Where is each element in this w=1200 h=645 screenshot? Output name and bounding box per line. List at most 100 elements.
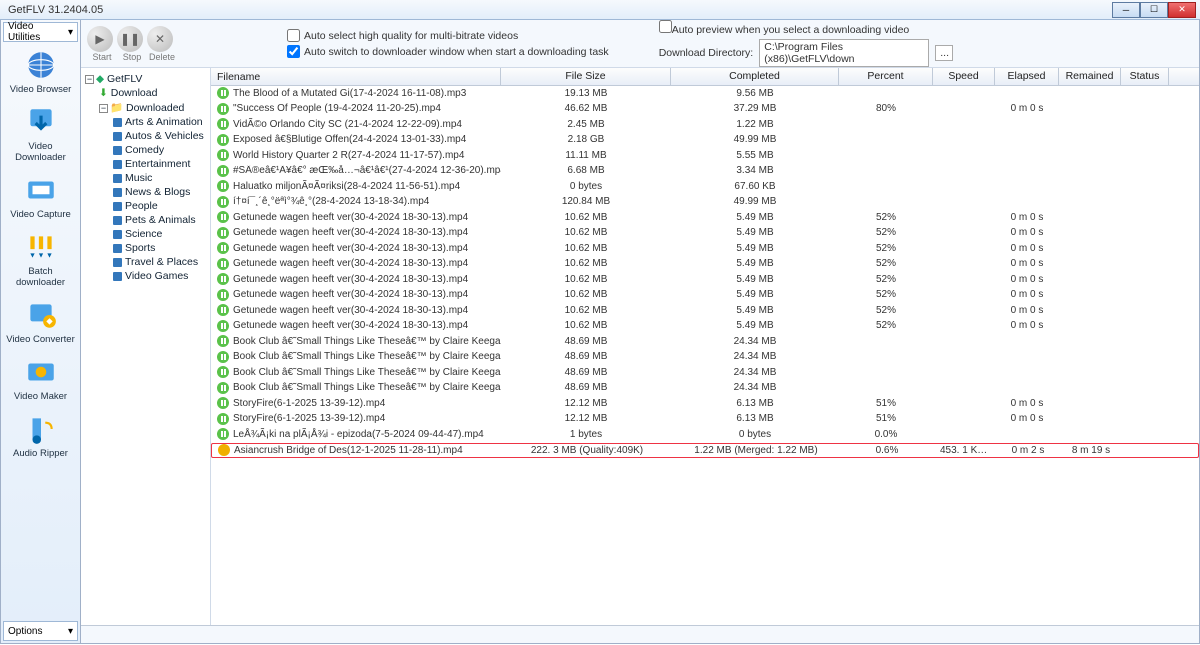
row-filename: Getunede wagen heeft ver(30-4-2024 18-30… <box>233 320 468 331</box>
col-percent[interactable]: Percent <box>839 68 933 85</box>
row-filesize: 46.62 MB <box>501 103 671 114</box>
tree-category[interactable]: Autos & Vehicles <box>83 129 208 143</box>
batch-icon <box>24 230 58 264</box>
sidebar-item-down[interactable]: Video Downloader <box>5 105 77 163</box>
row-percent: 0.6% <box>840 445 934 456</box>
row-filename: Getunede wagen heeft ver(30-4-2024 18-30… <box>233 274 468 285</box>
col-speed[interactable]: Speed <box>933 68 995 85</box>
pause-icon <box>217 134 229 146</box>
table-row[interactable]: World History Quarter 2 R(27-4-2024 11-1… <box>211 148 1199 164</box>
table-row[interactable]: Book Club â€˜Small Things Like Theseâ€™ … <box>211 365 1199 381</box>
folder-icon <box>113 230 122 239</box>
col-elapsed[interactable]: Elapsed <box>995 68 1059 85</box>
tree-category[interactable]: Video Games <box>83 269 208 283</box>
options-dropdown[interactable]: Options ▾ <box>3 621 78 641</box>
tree-category[interactable]: Arts & Animation <box>83 115 208 129</box>
tree-category[interactable]: Science <box>83 227 208 241</box>
close-button[interactable]: ✕ <box>1168 2 1196 18</box>
table-row[interactable]: Getunede wagen heeft ver(30-4-2024 18-30… <box>211 257 1199 273</box>
table-row[interactable]: Getunede wagen heeft ver(30-4-2024 18-30… <box>211 272 1199 288</box>
row-filename: Haluatko miljonÃ¤Ã¤riksi(28-4-2024 11-56… <box>233 181 460 192</box>
table-row[interactable]: Asiancrush Bridge of Des(12-1-2025 11-28… <box>211 443 1199 459</box>
table-row[interactable]: StoryFire(6-1-2025 13-39-12).mp4 12.12 MB… <box>211 396 1199 412</box>
sidebar-item-batch[interactable]: Batch downloader <box>5 230 77 288</box>
row-completed: 24.34 MB <box>671 336 839 347</box>
sidebar-item-globe[interactable]: Video Browser <box>5 48 77 95</box>
row-filename: Book Club â€˜Small Things Like Theseâ€™ … <box>233 336 501 347</box>
tree-downloaded[interactable]: −📁 Downloaded <box>83 100 208 115</box>
browse-dir-button[interactable]: ... <box>935 45 953 61</box>
sidebar-item-audio[interactable]: Audio Ripper <box>5 412 77 459</box>
table-row[interactable]: #SÂ®eâ€¹Ã¥â€° æŒ‰å…¬â€¹â€¹(27-4-2024 12-… <box>211 164 1199 180</box>
tree-category-label: People <box>125 200 158 212</box>
auto-preview-checkbox[interactable] <box>659 20 672 33</box>
download-dir-field[interactable]: C:\Program Files (x86)\GetFLV\down <box>759 39 929 67</box>
maximize-button[interactable]: ☐ <box>1140 2 1168 18</box>
folder-icon <box>113 146 122 155</box>
row-filename: StoryFire(6-1-2025 13-39-12).mp4 <box>233 398 385 409</box>
table-row[interactable]: Getunede wagen heeft ver(30-4-2024 18-30… <box>211 288 1199 304</box>
tree-category-label: Video Games <box>125 270 188 282</box>
table-row[interactable]: Getunede wagen heeft ver(30-4-2024 18-30… <box>211 303 1199 319</box>
conv-icon <box>24 298 58 332</box>
tree-category-label: Autos & Vehicles <box>125 130 204 142</box>
tree-category[interactable]: Comedy <box>83 143 208 157</box>
row-filename: Getunede wagen heeft ver(30-4-2024 18-30… <box>233 289 468 300</box>
table-row[interactable]: Getunede wagen heeft ver(30-4-2024 18-30… <box>211 319 1199 335</box>
pause-icon <box>217 320 229 332</box>
col-completed[interactable]: Completed <box>671 68 839 85</box>
table-row[interactable]: StoryFire(6-1-2025 13-39-12).mp412.12 MB… <box>211 412 1199 428</box>
tree-root[interactable]: −◆ GetFLV <box>83 72 208 86</box>
sidebar-item-conv[interactable]: Video Converter <box>5 298 77 345</box>
row-completed: 5.49 MB <box>671 212 839 223</box>
auto-hq-checkbox[interactable] <box>287 29 300 42</box>
stop-button[interactable]: ❚❚ <box>117 26 143 52</box>
sidebar: Video Utilities ▾ Video Browser Video Dow… <box>1 20 81 643</box>
col-filename[interactable]: Filename <box>211 68 501 85</box>
col-filesize[interactable]: File Size <box>501 68 671 85</box>
sidebar-item-cap[interactable]: Video Capture <box>5 173 77 220</box>
row-elapsed: 0 m 0 s <box>995 398 1059 409</box>
table-row[interactable]: Getunede wagen heeft ver(30-4-2024 18-30… <box>211 226 1199 242</box>
category-tree: −◆ GetFLV ⬇ Download −📁 Downloaded Arts … <box>81 68 211 625</box>
tree-category[interactable]: People <box>83 199 208 213</box>
table-row[interactable]: Book Club â€˜Small Things Like Theseâ€™ … <box>211 350 1199 366</box>
table-row[interactable]: Book Club â€˜Small Things Like Theseâ€™ … <box>211 381 1199 397</box>
sidebar-item-label: Audio Ripper <box>5 448 77 459</box>
table-row[interactable]: í†¤í¯¸´ê¸°ëªì°¾ê¸°(28-4-2024 13-18-34).m… <box>211 195 1199 211</box>
table-row[interactable]: Getunede wagen heeft ver(30-4-2024 18-30… <box>211 241 1199 257</box>
tree-category[interactable]: Travel & Places <box>83 255 208 269</box>
table-row[interactable]: Book Club â€˜Small Things Like Theseâ€™ … <box>211 334 1199 350</box>
row-filename: #SÂ®eâ€¹Ã¥â€° æŒ‰å…¬â€¹â€¹(27-4-2024 12-… <box>233 165 501 176</box>
row-completed: 24.34 MB <box>671 382 839 393</box>
delete-button[interactable]: ✕ <box>147 26 173 52</box>
table-row[interactable]: "Success Of People (19-4-2024 11-20-25).… <box>211 102 1199 118</box>
tree-category[interactable]: Music <box>83 171 208 185</box>
table-row[interactable]: LeÅ¾Ã¡ki na plÃ¡Å¾i - epizoda(7-5-2024 0… <box>211 427 1199 443</box>
table-row[interactable]: Getunede wagen heeft ver(30-4-2024 18-30… <box>211 210 1199 226</box>
tree-category[interactable]: Sports <box>83 241 208 255</box>
tree-category[interactable]: Entertainment <box>83 157 208 171</box>
sidebar-item-maker[interactable]: Video Maker <box>5 355 77 402</box>
table-row[interactable]: VidÃ©o Orlando City SC (21-4-2024 12-22-… <box>211 117 1199 133</box>
row-filesize: 12.12 MB <box>501 398 671 409</box>
col-remained[interactable]: Remained <box>1059 68 1121 85</box>
table-row[interactable]: Exposed â€§Blutige Offen(24-4-2024 13-01… <box>211 133 1199 149</box>
row-percent: 0.0% <box>839 429 933 440</box>
tree-category[interactable]: News & Blogs <box>83 185 208 199</box>
pause-icon <box>217 227 229 239</box>
col-status[interactable]: Status <box>1121 68 1169 85</box>
download-table: Filename File Size Completed Percent Spe… <box>211 68 1199 625</box>
table-row[interactable]: Haluatko miljonÃ¤Ã¤riksi(28-4-2024 11-56… <box>211 179 1199 195</box>
tree-download[interactable]: ⬇ Download <box>83 86 208 100</box>
auto-switch-checkbox[interactable] <box>287 45 300 58</box>
start-button[interactable]: ▶ <box>87 26 113 52</box>
download-dir-label: Download Directory: <box>659 47 754 59</box>
utilities-dropdown[interactable]: Video Utilities ▾ <box>3 22 78 42</box>
row-filename: Asiancrush Bridge of Des(12-1-2025 11-28… <box>234 445 463 456</box>
minimize-button[interactable]: ─ <box>1112 2 1140 18</box>
tree-category[interactable]: Pets & Animals <box>83 213 208 227</box>
sidebar-item-label: Video Converter <box>5 334 77 345</box>
table-row[interactable]: The Blood of a Mutated Gi(17-4-2024 16-1… <box>211 86 1199 102</box>
row-completed: 37.29 MB <box>671 103 839 114</box>
